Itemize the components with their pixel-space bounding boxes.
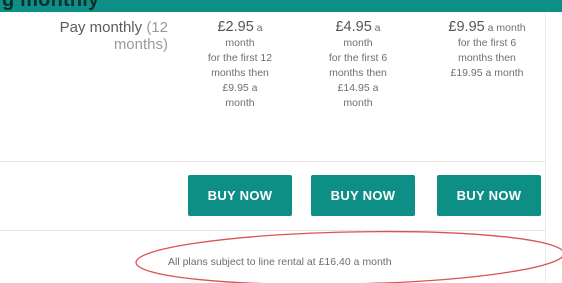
plan-1-detail-line: £9.95 a	[222, 82, 258, 94]
plan-1-detail-line: month	[225, 97, 255, 109]
pay-monthly-label-suffix: (12	[146, 19, 168, 36]
header-bar: g monthly	[0, 0, 562, 12]
plan-2-detail-line: for the first 6	[328, 52, 388, 64]
buy-now-button-plan-1[interactable]: BUY NOW	[188, 175, 292, 216]
pay-monthly-label: Pay monthly (12 months)	[20, 19, 168, 53]
plan-2-amount: £4.95	[335, 19, 372, 35]
plan-1-detail-line: months then	[211, 67, 269, 79]
plan-3-detail-line: months then	[458, 52, 516, 64]
plan-3-detail-line: £19.95 a month	[450, 67, 524, 79]
plan-3-price: £9.95 a month for the first 6 months the…	[426, 20, 548, 81]
plan-2-per: a	[371, 22, 381, 34]
row-divider	[0, 161, 545, 162]
plan-2-detail-line: £14.95 a	[337, 82, 379, 94]
pay-monthly-label-line2: months)	[113, 36, 168, 53]
plan-2-detail-line: month	[343, 37, 373, 49]
plan-1-detail-line: for the first 12	[207, 52, 273, 64]
footer-divider	[0, 230, 545, 231]
section-heading: g monthly	[2, 0, 100, 11]
line-rental-note: All plans subject to line rental at £16.…	[168, 256, 392, 268]
plan-2-detail-line: month	[343, 97, 373, 109]
plan-2-price: £4.95 a month for the first 6 months the…	[302, 20, 414, 111]
buy-now-button-plan-2[interactable]: BUY NOW	[311, 175, 415, 216]
plan-3-per: a month	[484, 22, 526, 34]
plan-1-price: £2.95 a month for the first 12 months th…	[184, 20, 296, 111]
plan-3-amount: £9.95	[448, 19, 485, 35]
plan-3-detail-line: for the first 6	[457, 37, 517, 49]
pay-monthly-label-text: Pay monthly	[59, 19, 143, 36]
plan-1-amount: £2.95	[217, 19, 254, 35]
plan-1-detail-line: month	[225, 37, 255, 49]
plan-1-per: a	[253, 22, 263, 34]
plan-2-detail-line: months then	[329, 67, 387, 79]
buy-now-button-plan-3[interactable]: BUY NOW	[437, 175, 541, 216]
